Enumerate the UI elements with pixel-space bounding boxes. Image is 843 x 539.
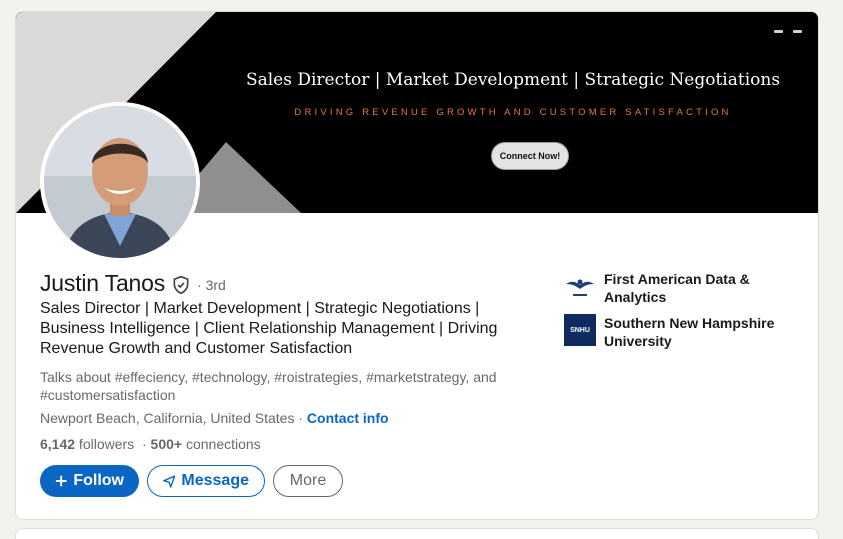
message-label: Message (181, 472, 249, 489)
more-button[interactable]: More (273, 465, 343, 497)
banner-tagline: DRIVING REVENUE GROWTH AND CUSTOMER SATI… (294, 107, 732, 118)
eagle-logo-icon (564, 270, 596, 302)
followers-link[interactable]: 6,142 followers (40, 436, 134, 452)
verified-shield-icon[interactable] (171, 275, 191, 295)
location-row: Newport Beach, California, United States… (40, 410, 389, 426)
connections-label: connections (182, 436, 261, 452)
send-icon (163, 474, 176, 488)
banner-cta-button: Connect Now! (491, 142, 569, 170)
stats-separator: · (141, 436, 151, 452)
banner-title: Sales Director | Market Development | St… (245, 70, 781, 90)
name-row: Justin Tanos · 3rd (40, 270, 226, 297)
org-name: First American Data & Analytics (604, 271, 750, 305)
org-item-snhu[interactable]: SNHU Southern New Hampshire University (564, 314, 804, 350)
snhu-logo-text: SNHU (570, 326, 590, 334)
network-stats: 6,142 followers · 500+ connections (40, 436, 261, 452)
plus-icon (55, 475, 67, 487)
connection-degree: · 3rd (197, 277, 226, 293)
message-button[interactable]: Message (147, 465, 265, 497)
talks-about: Talks about #effeciency, #technology, #r… (40, 369, 497, 403)
avatar-photo (44, 106, 196, 258)
profile-headline: Sales Director | Market Development | St… (40, 300, 498, 357)
profile-actions: Follow Message More (40, 465, 343, 497)
contact-info-link[interactable]: Contact info (307, 410, 389, 426)
profile-card: Sales Director | Market Development | St… (15, 11, 819, 520)
banner-menu-icon[interactable] (774, 30, 802, 33)
location-text: Newport Beach, California, United States (40, 410, 295, 426)
profile-name: Justin Tanos (40, 270, 166, 296)
next-section-card (15, 528, 819, 539)
more-label: More (289, 472, 327, 489)
followers-label: followers (75, 436, 135, 452)
location-separator: · (294, 410, 307, 426)
organizations-list: First American Data & Analytics SNHU Sou… (564, 270, 804, 358)
follow-label: Follow (73, 472, 124, 489)
org-item-first-american[interactable]: First American Data & Analytics (564, 270, 804, 306)
follow-button[interactable]: Follow (40, 465, 139, 497)
connections-count: 500+ (150, 436, 183, 452)
avatar[interactable] (40, 102, 200, 262)
followers-count: 6,142 (40, 436, 76, 452)
connections-link[interactable]: 500+ connections (151, 436, 261, 452)
org-name: Southern New Hampshire University (604, 315, 775, 349)
snhu-logo-icon: SNHU (564, 314, 596, 346)
